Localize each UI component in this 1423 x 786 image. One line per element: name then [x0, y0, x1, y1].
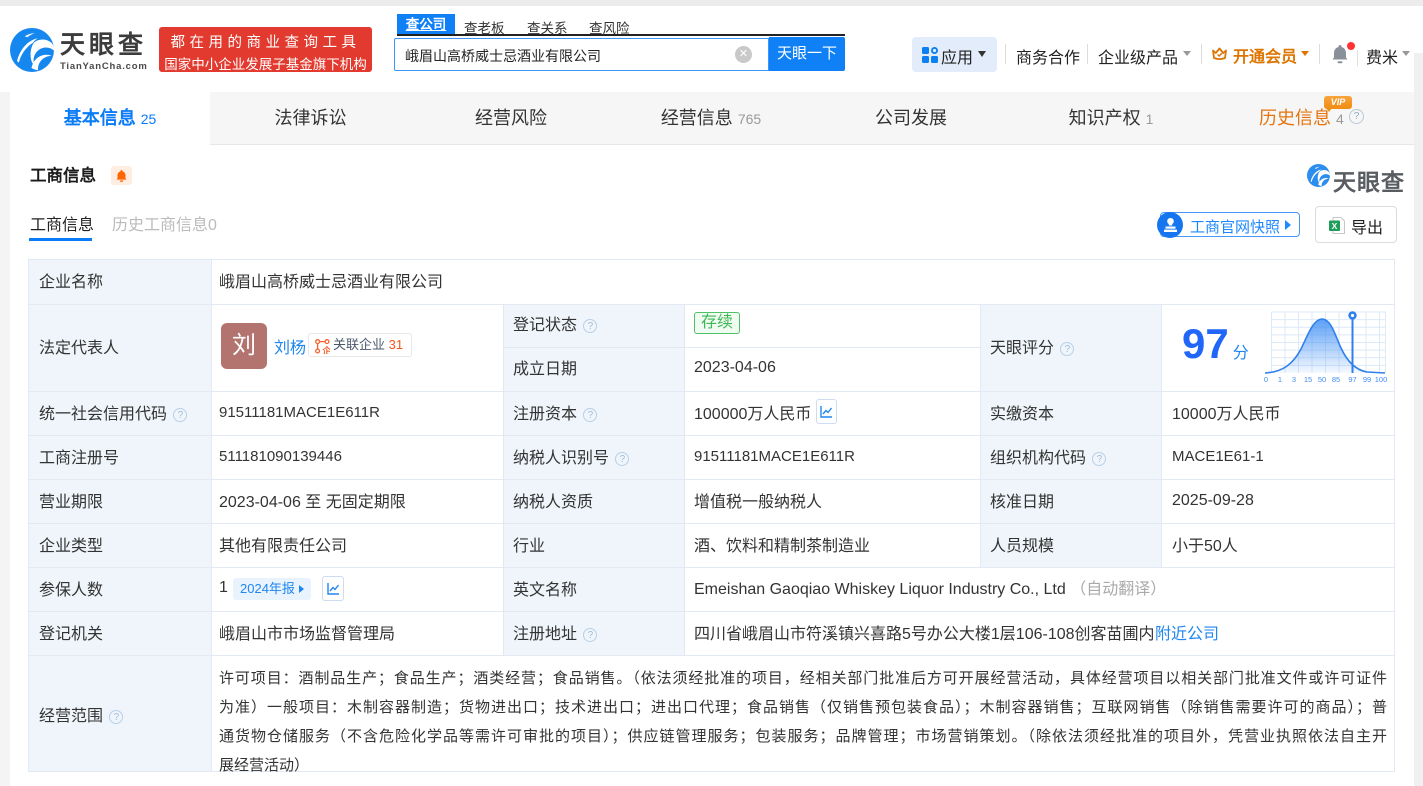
svg-text:3: 3	[1292, 375, 1296, 383]
svg-text:85: 85	[1332, 375, 1340, 383]
svg-text:100: 100	[1375, 375, 1387, 383]
svg-text:97: 97	[1348, 375, 1356, 383]
svg-text:0: 0	[1264, 375, 1268, 383]
svg-text:企: 企	[321, 345, 330, 354]
svg-text:X: X	[1332, 221, 1338, 231]
svg-text:99: 99	[1363, 375, 1371, 383]
svg-text:1: 1	[1278, 375, 1282, 383]
svg-text:15: 15	[1304, 375, 1312, 383]
svg-text:50: 50	[1318, 375, 1326, 383]
